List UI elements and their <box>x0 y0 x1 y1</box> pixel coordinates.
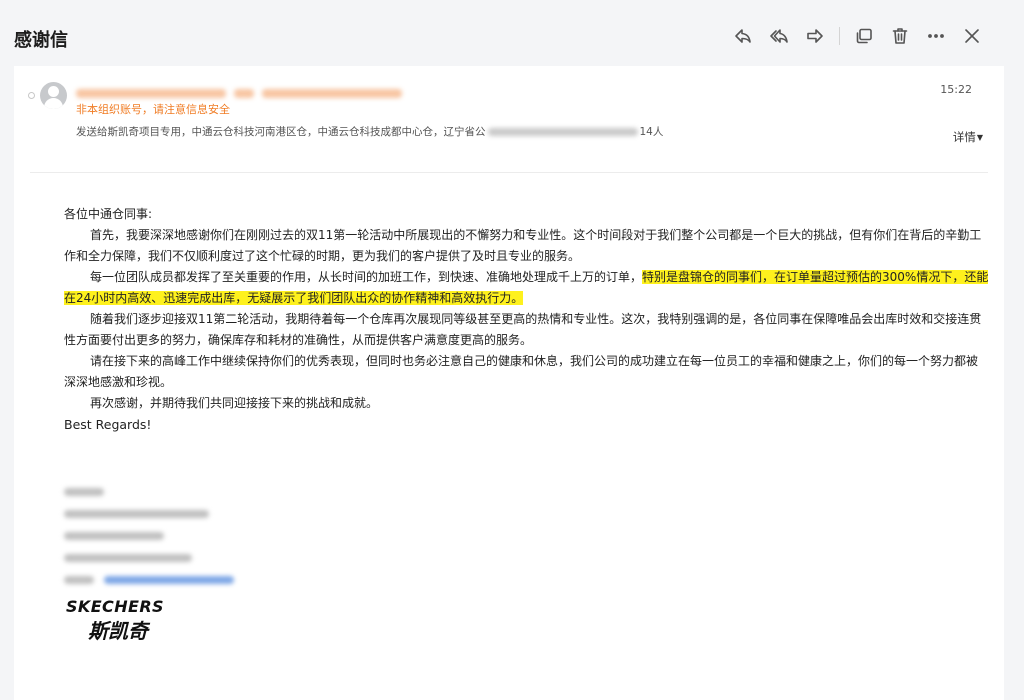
forward-button[interactable] <box>803 24 827 48</box>
signature-block-redacted <box>64 488 234 584</box>
title-bar: 感谢信 <box>0 0 1024 66</box>
reply-all-button[interactable] <box>767 24 791 48</box>
delete-button[interactable] <box>888 24 912 48</box>
reply-all-icon <box>770 29 788 43</box>
unread-dot-icon[interactable] <box>28 92 35 99</box>
reply-icon <box>735 29 751 43</box>
paragraph-4: 请在接下来的高峰工作中继续保持你们的优秀表现，但同时也务必注意自己的健康和休息，… <box>64 354 979 389</box>
mail-subject-title: 感谢信 <box>14 30 68 51</box>
paragraph-5: 再次感谢，并期待我们共同迎接接下来的挑战和成就。 <box>90 396 379 410</box>
paragraph-2: 每一位团队成员都发挥了至关重要的作用，从长时间的加班工作，到快速、准确地处理成千… <box>64 267 989 309</box>
sender-avatar[interactable] <box>40 82 67 109</box>
logo-text-cn: 斯凯奇 <box>88 619 151 643</box>
recipients-redacted <box>487 128 638 136</box>
greeting: 各位中通仓同事: <box>64 207 153 221</box>
recipients-list: 发送给斯凯奇项目专用，中通云仓科技河南港区仓，中通云仓科技成都中心仓，辽宁省公 <box>76 126 486 138</box>
header-divider <box>30 172 988 173</box>
paragraph-3: 随着我们逐步迎接双11第二轮活动，我期待着每一个仓库再次展现同等级甚至更高的热情… <box>64 312 982 347</box>
close-button[interactable] <box>960 24 984 48</box>
details-toggle[interactable]: 详情▼ <box>953 129 983 145</box>
delete-icon <box>892 28 908 44</box>
mail-body: 各位中通仓同事: 首先，我要深深地感谢你们在刚刚过去的双11第一轮活动中所展现出… <box>64 204 989 435</box>
more-icon <box>928 34 944 38</box>
closing-regards: Best Regards! <box>64 417 152 432</box>
open-new-window-button[interactable] <box>852 24 876 48</box>
paragraph-2-text: 每一位团队成员都发挥了至关重要的作用，从长时间的加班工作，到快速、准确地处理成千… <box>90 270 643 284</box>
logo-text-en: SKECHERS <box>66 597 164 616</box>
recipients-count: 14人 <box>639 126 664 138</box>
more-button[interactable] <box>924 24 948 48</box>
close-icon <box>965 29 979 43</box>
signature-email-link[interactable] <box>104 576 234 584</box>
mail-toolbar <box>719 24 984 48</box>
recipients-line[interactable]: 发送给斯凯奇项目专用，中通云仓科技河南港区仓，中通云仓科技成都中心仓，辽宁省公 1… <box>76 124 663 139</box>
toolbar-separator <box>839 27 840 45</box>
open-new-window-icon <box>856 28 872 44</box>
details-label: 详情 <box>952 130 976 144</box>
reply-button[interactable] <box>731 24 755 48</box>
sender-name-redacted[interactable] <box>76 83 536 98</box>
chevron-down-icon: ▼ <box>976 133 983 142</box>
mail-time: 15:22 <box>940 83 972 96</box>
left-pane-edge <box>0 66 14 700</box>
external-account-warning: 非本组织账号，请注意信息安全 <box>76 103 230 116</box>
skechers-logo: SKECHERS 斯凯奇 <box>66 597 164 643</box>
paragraph-1: 首先，我要深深地感谢你们在刚刚过去的双11第一轮活动中所展现出的不懈努力和专业性… <box>64 228 982 263</box>
forward-icon <box>807 29 823 43</box>
